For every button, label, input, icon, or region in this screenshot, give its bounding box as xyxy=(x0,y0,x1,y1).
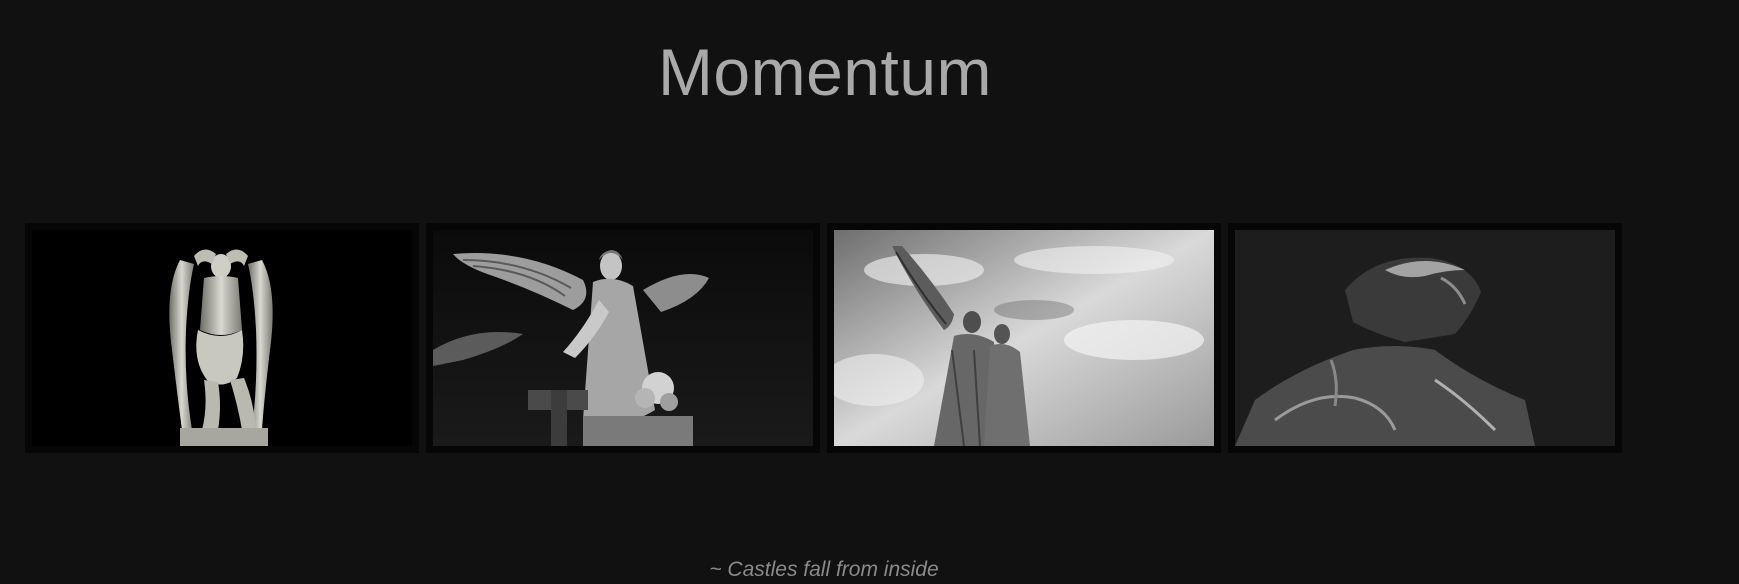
gallery-photo-2[interactable] xyxy=(426,223,820,453)
caption-quote: ~ Castles fall from inside xyxy=(709,558,939,581)
gallery-photo-4[interactable] xyxy=(1228,223,1622,453)
photo-gallery xyxy=(25,223,1625,453)
gallery-photo-1[interactable] xyxy=(25,223,419,453)
two-angel-statues-image xyxy=(834,230,1214,446)
page: Momentum ~ Castles fall from inside xyxy=(0,0,1739,584)
gallery-photo-3[interactable] xyxy=(827,223,1221,453)
seated-winged-statue-image xyxy=(32,230,412,446)
page-title: Momentum xyxy=(657,35,993,109)
statue-head-upturned-image xyxy=(1235,230,1615,446)
angel-statue-bouquet-image xyxy=(433,230,813,446)
